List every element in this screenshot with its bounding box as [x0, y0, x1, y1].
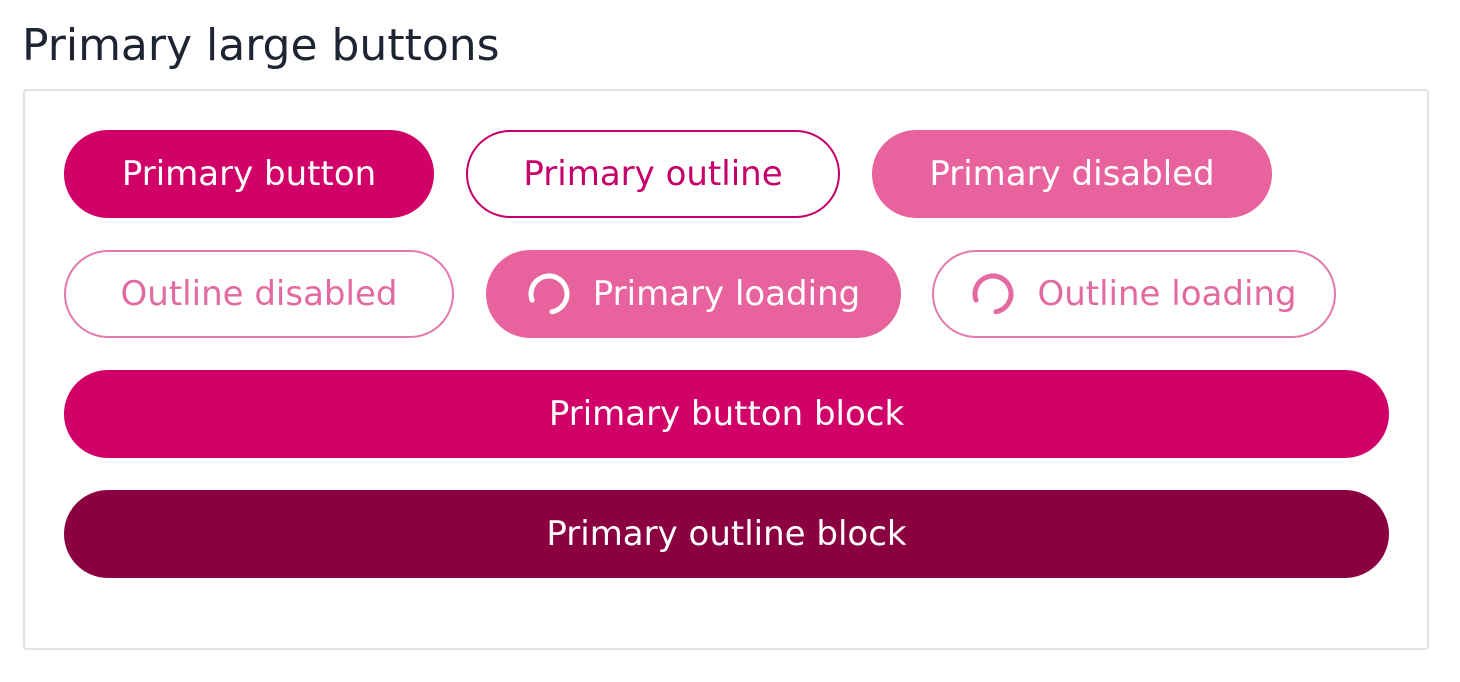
- primary-outline-button-label: Primary outline: [523, 154, 783, 194]
- spinner-icon: [527, 272, 571, 316]
- section-title: Primary large buttons: [22, 20, 500, 71]
- outline-loading-button: Outline loading: [932, 250, 1336, 338]
- outline-disabled-button: Outline disabled: [64, 250, 454, 338]
- buttons-panel: Primary button Primary outline Primary d…: [23, 89, 1429, 650]
- primary-loading-button-label: Primary loading: [592, 274, 861, 314]
- primary-disabled-button: Primary disabled: [872, 130, 1272, 218]
- spinner-icon: [971, 272, 1015, 316]
- primary-outline-button[interactable]: Primary outline: [466, 130, 840, 218]
- primary-disabled-button-label: Primary disabled: [929, 154, 1215, 194]
- primary-button[interactable]: Primary button: [64, 130, 434, 218]
- primary-block-button[interactable]: Primary button block: [64, 370, 1389, 458]
- outline-loading-button-label: Outline loading: [1037, 274, 1297, 314]
- primary-outline-block-button[interactable]: Primary outline block: [64, 490, 1389, 578]
- primary-outline-block-button-label: Primary outline block: [546, 514, 907, 554]
- primary-loading-button: Primary loading: [486, 250, 901, 338]
- buttons-showcase-page: Primary large buttons Primary button Pri…: [0, 0, 1460, 682]
- outline-disabled-button-label: Outline disabled: [120, 274, 398, 314]
- primary-block-button-label: Primary button block: [548, 394, 905, 434]
- primary-button-label: Primary button: [121, 154, 377, 194]
